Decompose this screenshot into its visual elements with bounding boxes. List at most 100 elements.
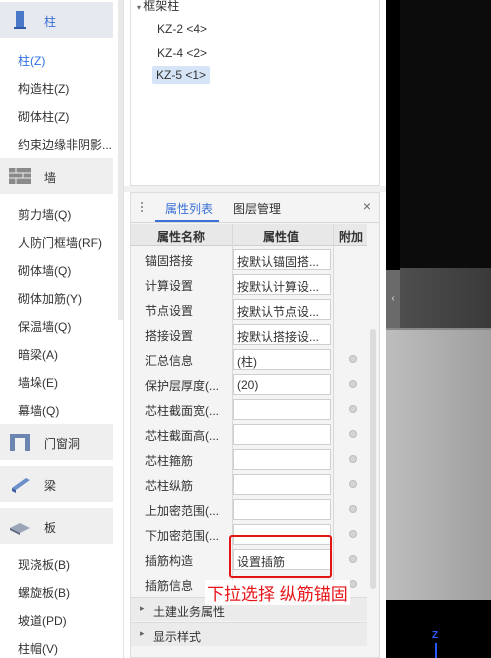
tree-parent-frame-column[interactable]: ▾ 框架柱 xyxy=(137,0,179,14)
prop-name: 芯柱截面高(... xyxy=(145,429,219,443)
props-tabbar: 属性列表 图层管理 × xyxy=(131,193,379,223)
prop-row: 芯柱箍筋 xyxy=(131,447,367,472)
prop-name: 搭接设置 xyxy=(145,329,194,343)
beam-icon xyxy=(12,478,30,493)
item-ramp[interactable]: 坡道(PD) xyxy=(18,612,67,629)
tree-node-kz5-selected[interactable]: KZ-5 <1> xyxy=(152,66,211,84)
tab-property-list[interactable]: 属性列表 xyxy=(165,200,213,217)
slab-icon xyxy=(10,523,30,535)
item-wall-pier[interactable]: 墙垛(E) xyxy=(18,374,58,391)
prop-value-field[interactable]: (20) xyxy=(233,374,331,395)
collapse-panel-icon[interactable]: ‹ xyxy=(386,270,400,328)
prop-row: 搭接设置 按默认搭接设... xyxy=(131,322,367,347)
prop-value-field[interactable] xyxy=(233,499,331,520)
prop-name: 下加密范围(... xyxy=(145,529,219,543)
tree-node-kz4[interactable]: KZ-4 <2> xyxy=(157,46,207,60)
prop-name: 上加密范围(... xyxy=(145,504,219,518)
item-spiral-slab[interactable]: 螺旋板(B) xyxy=(18,584,70,601)
tree-node-kz2[interactable]: KZ-2 <4> xyxy=(157,22,207,36)
left-scrollbar[interactable] xyxy=(118,0,123,320)
header-prop-name: 属性名称 xyxy=(157,230,206,244)
props-scrollbar[interactable] xyxy=(369,224,377,656)
category-column-label: 柱 xyxy=(44,15,57,29)
item-column-cap[interactable]: 柱帽(V) xyxy=(18,640,58,657)
prop-value-field[interactable]: 按默认锚固搭... xyxy=(233,249,331,270)
prop-row: 计算设置 按默认计算设... xyxy=(131,272,367,297)
model-edge xyxy=(386,328,491,330)
prop-row: 上加密范围(... xyxy=(131,497,367,522)
attach-checkbox[interactable] xyxy=(349,455,357,463)
item-insulation-wall[interactable]: 保温墙(Q) xyxy=(18,318,71,335)
prop-row: 保护层厚度(... (20) xyxy=(131,372,367,397)
attach-checkbox[interactable] xyxy=(349,355,357,363)
prop-name: 芯柱箍筋 xyxy=(145,454,194,468)
group-display-style[interactable]: ▸ 显示样式 xyxy=(131,622,367,646)
category-wall[interactable]: 墙 xyxy=(0,158,113,194)
prop-value-field[interactable] xyxy=(233,474,331,495)
category-slab-label: 板 xyxy=(44,521,57,535)
category-slab[interactable]: 板 xyxy=(0,508,113,544)
item-masonry-wall[interactable]: 砌体墙(Q) xyxy=(18,262,71,279)
drag-grip-icon[interactable] xyxy=(141,202,147,214)
item-masonry-column[interactable]: 砌体柱(Z) xyxy=(18,108,69,125)
attach-checkbox[interactable] xyxy=(349,530,357,538)
prop-value-field[interactable] xyxy=(233,399,331,420)
prop-name: 计算设置 xyxy=(145,279,194,293)
axis-z-label: Z xyxy=(432,630,439,641)
prop-value-field[interactable]: (柱) xyxy=(233,349,331,370)
attach-checkbox[interactable] xyxy=(349,555,357,563)
item-cast-slab[interactable]: 现浇板(B) xyxy=(18,556,70,573)
prop-row: 汇总信息 (柱) xyxy=(131,347,367,372)
attach-checkbox[interactable] xyxy=(349,430,357,438)
item-masonry-rebar[interactable]: 砌体加筋(Y) xyxy=(18,290,82,307)
3d-viewport[interactable]: ‹ Z xyxy=(386,0,491,658)
tab-layer-management[interactable]: 图层管理 xyxy=(233,200,281,217)
category-column[interactable]: 柱 xyxy=(0,2,113,38)
attach-checkbox[interactable] xyxy=(349,405,357,413)
prop-name: 芯柱截面宽(... xyxy=(145,404,219,418)
props-scroll-thumb[interactable] xyxy=(370,329,376,589)
prop-value-field[interactable]: 按默认节点设... xyxy=(233,299,331,320)
expand-icon: ▸ xyxy=(140,603,145,613)
close-icon[interactable]: × xyxy=(363,198,371,214)
model-shadow-region xyxy=(400,0,491,268)
item-construct-column[interactable]: 构造柱(Z) xyxy=(18,80,69,97)
model-face-dark xyxy=(400,268,491,328)
prop-row: 芯柱截面高(... xyxy=(131,422,367,447)
prop-value-field[interactable]: 按默认计算设... xyxy=(233,274,331,295)
column-icon xyxy=(14,11,26,29)
item-edge-constraint[interactable]: 约束边缘非阴影... xyxy=(18,136,112,153)
prop-name: 节点设置 xyxy=(145,304,194,318)
component-tree: ▾ 框架柱 KZ-2 <4> KZ-4 <2> KZ-5 <1> xyxy=(130,0,380,186)
category-beam[interactable]: 梁 xyxy=(0,466,113,502)
attach-checkbox[interactable] xyxy=(349,505,357,513)
item-curtain-wall[interactable]: 幕墙(Q) xyxy=(18,402,59,419)
item-shear-wall[interactable]: 剪力墙(Q) xyxy=(18,206,71,223)
prop-name: 汇总信息 xyxy=(145,354,194,368)
category-door-window[interactable]: 门窗洞 xyxy=(0,424,113,460)
attach-checkbox[interactable] xyxy=(349,380,357,388)
component-panel: 柱 柱(Z) 构造柱(Z) 砌体柱(Z) 约束边缘非阴影... 墙 剪力墙(Q)… xyxy=(0,0,124,658)
prop-name: 锚固搭接 xyxy=(145,254,194,268)
attach-checkbox[interactable] xyxy=(349,480,357,488)
active-tab-indicator xyxy=(155,220,219,222)
props-table-header: 属性名称 属性值 附加 xyxy=(131,224,367,246)
prop-value-field[interactable] xyxy=(233,424,331,445)
item-column[interactable]: 柱(Z) xyxy=(18,52,45,69)
prop-value-field[interactable] xyxy=(233,449,331,470)
prop-name: 插筋构造 xyxy=(145,554,194,568)
attach-checkbox[interactable] xyxy=(349,580,357,588)
prop-value-field[interactable]: 按默认搭接设... xyxy=(233,324,331,345)
header-prop-value: 属性值 xyxy=(263,230,300,244)
prop-row: 节点设置 按默认节点设... xyxy=(131,297,367,322)
item-civil-defense-wall[interactable]: 人防门框墙(RF) xyxy=(18,234,102,251)
category-wall-label: 墙 xyxy=(44,171,57,185)
item-hidden-beam[interactable]: 暗梁(A) xyxy=(18,346,58,363)
prop-row: 锚固搭接 按默认锚固搭... xyxy=(131,247,367,272)
prop-name: 芯柱纵筋 xyxy=(145,479,194,493)
wall-icon xyxy=(9,168,31,184)
header-extra: 附加 xyxy=(339,230,364,244)
prop-row: 芯柱截面宽(... xyxy=(131,397,367,422)
model-face-light xyxy=(386,328,491,600)
expand-icon: ▸ xyxy=(140,628,145,638)
